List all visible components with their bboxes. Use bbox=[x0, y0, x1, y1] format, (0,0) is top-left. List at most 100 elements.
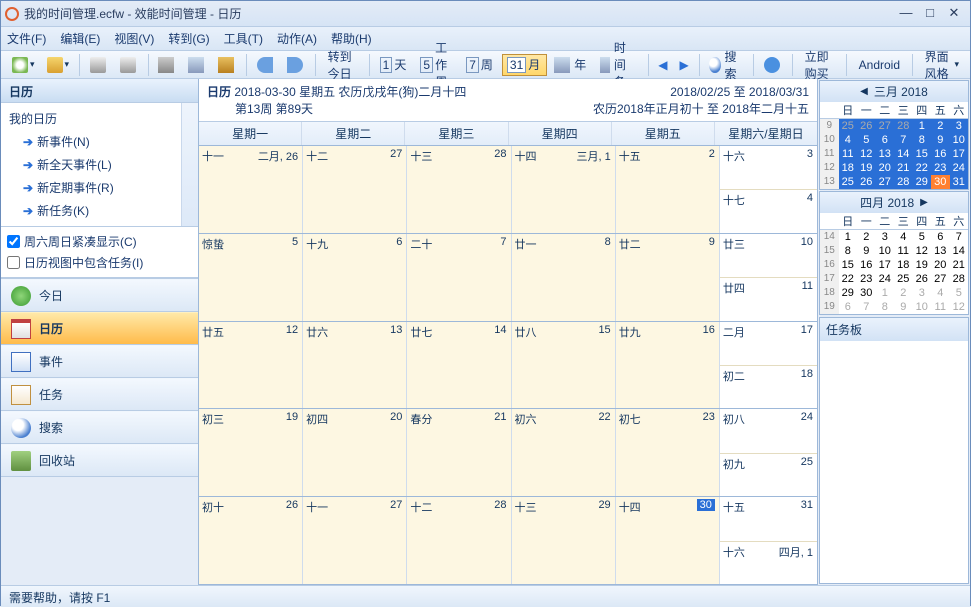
mini-day[interactable]: 22 bbox=[913, 161, 932, 175]
mini-day[interactable]: 6 bbox=[876, 133, 895, 147]
mini-day[interactable]: 23 bbox=[857, 272, 876, 286]
day-view-button[interactable]: 1天 bbox=[375, 54, 414, 76]
calendar-cell[interactable]: 初三19 bbox=[199, 409, 303, 496]
prev-button[interactable]: ◀ bbox=[653, 54, 672, 76]
cut-button[interactable] bbox=[153, 54, 181, 76]
checkbox[interactable] bbox=[7, 235, 20, 248]
calendar-cell[interactable]: 十三29 bbox=[512, 497, 616, 584]
menu-help[interactable]: 帮助(H) bbox=[331, 30, 372, 47]
calendar-cell[interactable]: 廿六13 bbox=[303, 322, 407, 409]
year-view-button[interactable]: 年 bbox=[549, 54, 593, 76]
mini-day[interactable]: 12 bbox=[950, 300, 969, 314]
calendar-cell[interactable]: 十一二月, 26 bbox=[199, 146, 303, 233]
calendar-cell[interactable]: 十九6 bbox=[303, 234, 407, 321]
menu-action[interactable]: 动作(A) bbox=[277, 30, 317, 47]
mini-day[interactable]: 2 bbox=[894, 286, 913, 300]
mini-day[interactable]: 4 bbox=[839, 133, 858, 147]
mini-day[interactable]: 26 bbox=[913, 272, 932, 286]
mini-day[interactable]: 8 bbox=[876, 300, 895, 314]
calendar-cell[interactable]: 十一27 bbox=[303, 497, 407, 584]
calendar-cell[interactable]: 十四三月, 1 bbox=[512, 146, 616, 233]
nav-item[interactable]: 回收站 bbox=[1, 444, 198, 477]
mini-day[interactable]: 4 bbox=[931, 286, 950, 300]
android-button[interactable]: Android bbox=[852, 54, 907, 76]
mini-day[interactable]: 14 bbox=[894, 147, 913, 161]
mini-day[interactable]: 17 bbox=[876, 258, 895, 272]
new-button[interactable]: ▾ bbox=[7, 54, 40, 76]
mini-prev[interactable]: ◀ bbox=[860, 86, 868, 97]
mini-day[interactable]: 14 bbox=[950, 244, 969, 258]
calendar-cell[interactable]: 初七23 bbox=[616, 409, 720, 496]
nav-item[interactable]: 事件 bbox=[1, 345, 198, 378]
mini-day[interactable]: 5 bbox=[857, 133, 876, 147]
calendar-cell[interactable]: 廿九16 bbox=[616, 322, 720, 409]
sidebar-link[interactable]: ➔新定期事件(R) bbox=[3, 176, 196, 199]
mini-day[interactable]: 25 bbox=[894, 272, 913, 286]
calendar-cell[interactable]: 初六22 bbox=[512, 409, 616, 496]
mini-day[interactable]: 18 bbox=[839, 161, 858, 175]
calendar-cell[interactable]: 廿五12 bbox=[199, 322, 303, 409]
nav-item[interactable]: 日历 bbox=[1, 312, 198, 345]
menu-goto[interactable]: 转到(G) bbox=[168, 30, 209, 47]
mini-day[interactable]: 20 bbox=[931, 258, 950, 272]
mini-day[interactable]: 10 bbox=[876, 244, 895, 258]
mini-day[interactable]: 1 bbox=[876, 286, 895, 300]
mini-day[interactable]: 9 bbox=[894, 300, 913, 314]
mini-day[interactable]: 28 bbox=[950, 272, 969, 286]
calendar-cell[interactable]: 惊蛰5 bbox=[199, 234, 303, 321]
mini-day[interactable]: 3 bbox=[913, 286, 932, 300]
mini-day[interactable]: 4 bbox=[894, 230, 913, 244]
mini-day[interactable]: 9 bbox=[931, 133, 950, 147]
mini-day[interactable]: 13 bbox=[931, 244, 950, 258]
mini-day[interactable]: 19 bbox=[857, 161, 876, 175]
mini-day[interactable]: 21 bbox=[950, 258, 969, 272]
mini-day[interactable]: 5 bbox=[913, 230, 932, 244]
mini-next[interactable]: ▶ bbox=[920, 197, 928, 208]
next-button[interactable]: ▶ bbox=[674, 54, 693, 76]
mini-day[interactable]: 11 bbox=[931, 300, 950, 314]
sidebar-check[interactable]: 日历视图中包含任务(I) bbox=[7, 252, 192, 273]
menu-file[interactable]: 文件(F) bbox=[7, 30, 46, 47]
calendar-cell[interactable]: 廿三10廿四11 bbox=[720, 234, 817, 321]
mini-day[interactable]: 27 bbox=[876, 119, 895, 133]
close-button[interactable]: ✕ bbox=[942, 5, 966, 23]
mini-day[interactable]: 3 bbox=[950, 119, 969, 133]
mini-day[interactable]: 16 bbox=[857, 258, 876, 272]
calendar-cell[interactable]: 十五2 bbox=[616, 146, 720, 233]
timeline-button[interactable]: 时间条 bbox=[595, 54, 642, 76]
mini-day[interactable]: 26 bbox=[857, 119, 876, 133]
nav-item[interactable]: 任务 bbox=[1, 378, 198, 411]
mini-day[interactable]: 10 bbox=[950, 133, 969, 147]
checkbox[interactable] bbox=[7, 256, 20, 269]
mini-day[interactable]: 27 bbox=[876, 175, 895, 189]
mini-day[interactable]: 10 bbox=[913, 300, 932, 314]
mini-day[interactable]: 30 bbox=[857, 286, 876, 300]
buy-button[interactable]: 立即购买 bbox=[798, 54, 841, 76]
mini-day[interactable]: 6 bbox=[839, 300, 858, 314]
print-button[interactable] bbox=[85, 54, 113, 76]
mini-day[interactable]: 25 bbox=[839, 175, 858, 189]
mini-day[interactable]: 19 bbox=[913, 258, 932, 272]
undo-button[interactable] bbox=[252, 54, 280, 76]
mini-day[interactable]: 16 bbox=[931, 147, 950, 161]
calendar-cell[interactable]: 十五31十六四月, 1 bbox=[720, 497, 817, 584]
mini-day[interactable]: 2 bbox=[857, 230, 876, 244]
copy-button[interactable] bbox=[183, 54, 211, 76]
calendar-cell[interactable]: 十三28 bbox=[407, 146, 511, 233]
mini-day[interactable]: 8 bbox=[839, 244, 858, 258]
mini-day[interactable]: 15 bbox=[839, 258, 858, 272]
calendar-cell[interactable]: 廿七14 bbox=[407, 322, 511, 409]
mini-day[interactable]: 9 bbox=[857, 244, 876, 258]
mini-day[interactable]: 1 bbox=[913, 119, 932, 133]
mini-day[interactable]: 31 bbox=[950, 175, 969, 189]
mini-day[interactable]: 17 bbox=[950, 147, 969, 161]
menu-edit[interactable]: 编辑(E) bbox=[60, 30, 100, 47]
mini-day[interactable]: 24 bbox=[876, 272, 895, 286]
mini-day[interactable]: 13 bbox=[876, 147, 895, 161]
nav-item[interactable]: 今日 bbox=[1, 279, 198, 312]
mini-day[interactable]: 18 bbox=[894, 258, 913, 272]
calendar-cell[interactable]: 十二27 bbox=[303, 146, 407, 233]
calendar-cell[interactable]: 廿八15 bbox=[512, 322, 616, 409]
mini-day[interactable]: 5 bbox=[950, 286, 969, 300]
month-view-button[interactable]: 31月 bbox=[502, 54, 547, 76]
